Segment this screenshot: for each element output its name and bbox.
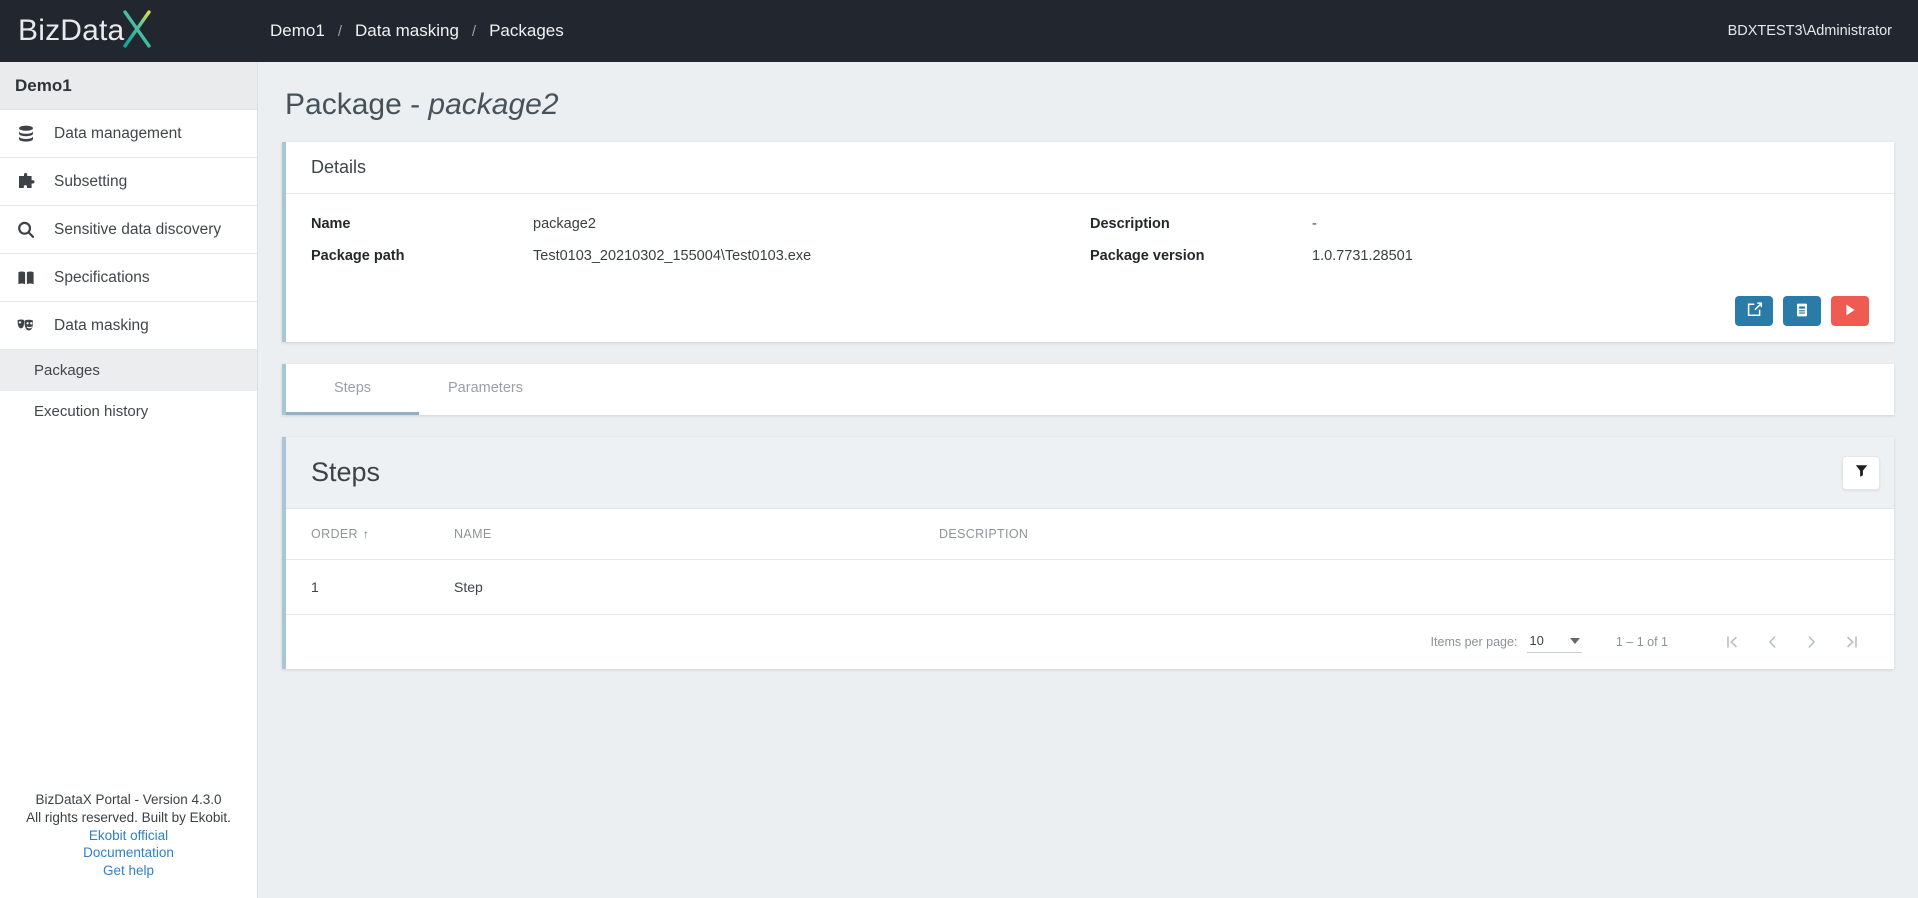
- steps-table-body: 1 Step: [286, 559, 1894, 615]
- cell-name: Step: [454, 559, 939, 615]
- steps-heading: Steps: [311, 457, 381, 487]
- items-per-page-select[interactable]: 10: [1527, 631, 1582, 653]
- details-card: Details Name package2 Description - Pack…: [282, 142, 1894, 342]
- cell-order: 1: [286, 559, 454, 615]
- footer-link-ekobit-official[interactable]: Ekobit official: [10, 827, 247, 845]
- sidebar-item-label: Subsetting: [54, 172, 128, 190]
- sidebar-item-label: Data masking: [54, 316, 149, 334]
- sidebar-header: Demo1: [0, 62, 257, 110]
- steps-card: Steps ORDER ↑ NAME DESCRIPTION 1 Step It…: [282, 437, 1894, 669]
- app-logo[interactable]: BizData: [0, 0, 258, 62]
- filter-button[interactable]: [1842, 455, 1880, 490]
- steps-table: ORDER ↑ NAME DESCRIPTION 1 Step: [286, 509, 1894, 615]
- details-field-name: Name package2: [311, 216, 1090, 232]
- sidebar: Demo1 Data management Subsetting Sensiti…: [0, 62, 258, 898]
- top-bar: BizData Demo1 / Data masking / Packages …: [0, 0, 1918, 62]
- page-range-label: 1 – 1 of 1: [1615, 635, 1668, 649]
- database-icon: [15, 123, 37, 145]
- document-icon: [1794, 302, 1810, 321]
- sidebar-item-packages[interactable]: Packages: [0, 350, 257, 391]
- sidebar-item-label: Sensitive data discovery: [54, 220, 222, 238]
- details-card-actions: [286, 290, 1894, 342]
- breadcrumb: Demo1 / Data masking / Packages: [270, 21, 564, 41]
- funnel-filter-icon: [1854, 463, 1869, 483]
- breadcrumb-separator: /: [471, 22, 477, 40]
- steps-card-header: Steps: [286, 437, 1894, 509]
- column-header-order[interactable]: ORDER ↑: [286, 509, 454, 560]
- steps-table-head: ORDER ↑ NAME DESCRIPTION: [286, 509, 1894, 560]
- previous-page-button[interactable]: [1752, 622, 1792, 662]
- run-package-button[interactable]: [1831, 296, 1869, 326]
- paginator: Items per page: 10 1 – 1 of 1: [286, 615, 1894, 669]
- details-label: Package path: [311, 248, 405, 264]
- breadcrumb-item-1[interactable]: Data masking: [355, 21, 459, 41]
- details-row: Name package2 Description -: [311, 216, 1869, 232]
- sidebar-item-subsetting[interactable]: Subsetting: [0, 158, 257, 206]
- next-page-button[interactable]: [1792, 622, 1832, 662]
- package-logs-button[interactable]: [1783, 296, 1821, 326]
- table-row[interactable]: 1 Step: [286, 559, 1894, 615]
- tab-steps[interactable]: Steps: [286, 364, 419, 415]
- items-per-page-label: Items per page:: [1430, 635, 1518, 649]
- details-field-package-path: Package path Test0103_20210302_155004\Te…: [311, 248, 1090, 264]
- tab-parameters[interactable]: Parameters: [419, 364, 552, 415]
- cell-description: [939, 559, 1894, 615]
- edit-package-button[interactable]: [1735, 296, 1773, 326]
- sidebar-item-label: Specifications: [54, 268, 150, 286]
- sidebar-item-specifications[interactable]: Specifications: [0, 254, 257, 302]
- bizdatax-x-logo-icon: [114, 6, 160, 57]
- play-icon: [1842, 302, 1858, 321]
- open-book-icon: [15, 267, 37, 289]
- page-title-prefix: Package -: [285, 88, 429, 121]
- tabs-card: Steps Parameters: [282, 364, 1894, 415]
- column-header-order-label: ORDER: [311, 527, 358, 541]
- details-label: Name: [311, 216, 351, 232]
- details-value: -: [1312, 216, 1317, 232]
- details-row: Package path Test0103_20210302_155004\Te…: [311, 248, 1869, 264]
- details-label: Description: [1090, 216, 1170, 232]
- current-user-label[interactable]: BDXTEST3\Administrator: [1728, 23, 1892, 39]
- main-content: Package - package2 Details Name package2…: [258, 62, 1918, 898]
- column-header-name[interactable]: NAME: [454, 509, 939, 560]
- items-per-page-value: 10: [1529, 633, 1544, 648]
- footer-link-get-help[interactable]: Get help: [10, 862, 247, 880]
- details-field-description: Description -: [1090, 216, 1869, 232]
- details-label: Package version: [1090, 248, 1205, 264]
- last-page-button[interactable]: [1832, 622, 1872, 662]
- magnifier-icon: [15, 219, 37, 241]
- pencil-square-icon: [1746, 301, 1763, 321]
- breadcrumb-item-0[interactable]: Demo1: [270, 21, 325, 41]
- sidebar-footer: BizDataX Portal - Version 4.3.0 All righ…: [0, 791, 257, 898]
- sidebar-item-data-management[interactable]: Data management: [0, 110, 257, 158]
- details-card-heading: Details: [286, 142, 1894, 194]
- details-value: Test0103_20210302_155004\Test0103.exe: [533, 248, 812, 264]
- tab-list: Steps Parameters: [286, 364, 1894, 415]
- footer-version: BizDataX Portal - Version 4.3.0: [35, 791, 222, 807]
- chevron-down-icon: [1569, 637, 1580, 644]
- first-page-button[interactable]: [1712, 622, 1752, 662]
- page-title: Package - package2: [282, 62, 1894, 142]
- column-header-description[interactable]: DESCRIPTION: [939, 509, 1894, 560]
- theater-masks-icon: [15, 315, 37, 337]
- sidebar-item-data-masking[interactable]: Data masking: [0, 302, 257, 350]
- sort-ascending-icon: ↑: [362, 527, 370, 541]
- details-field-package-version: Package version 1.0.7731.28501: [1090, 248, 1869, 264]
- sidebar-item-label: Data management: [54, 124, 182, 142]
- footer-rights: All rights reserved. Built by Ekobit.: [26, 809, 231, 825]
- puzzle-piece-icon: [15, 171, 37, 193]
- sidebar-item-label: Execution history: [34, 403, 149, 420]
- footer-link-documentation[interactable]: Documentation: [10, 844, 247, 862]
- details-value: package2: [533, 216, 596, 232]
- steps-header-row: ORDER ↑ NAME DESCRIPTION: [286, 509, 1894, 560]
- sidebar-item-execution-history[interactable]: Execution history: [0, 391, 257, 432]
- sidebar-item-label: Packages: [34, 362, 100, 379]
- details-value: 1.0.7731.28501: [1312, 248, 1413, 264]
- page-title-name: package2: [428, 88, 559, 121]
- breadcrumb-separator: /: [337, 22, 342, 40]
- breadcrumb-item-2[interactable]: Packages: [489, 21, 564, 41]
- logo-text: BizData: [18, 14, 125, 47]
- details-body: Name package2 Description - Package path…: [286, 194, 1894, 290]
- sidebar-item-sensitive-data-discovery[interactable]: Sensitive data discovery: [0, 206, 257, 254]
